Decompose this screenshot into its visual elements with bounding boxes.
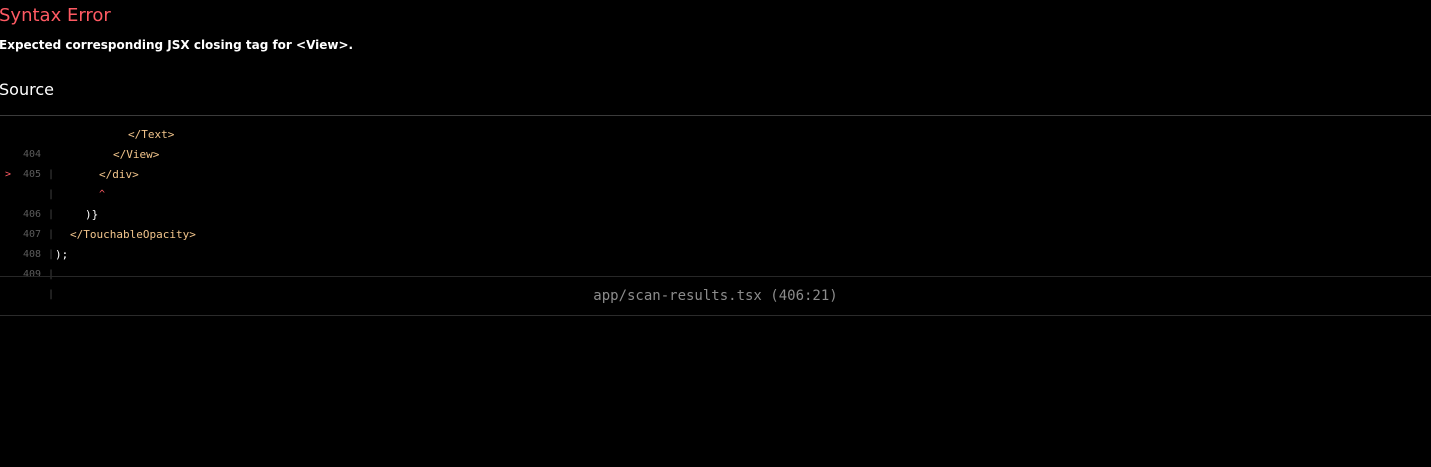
code-line: 409 | ); [0, 245, 1431, 300]
divider-top [0, 115, 1431, 116]
error-caret: ^ [99, 189, 106, 200]
code-text: )} [85, 208, 99, 221]
code-line-highlighted: > 406 | </div> [0, 165, 1431, 240]
code-text: </TouchableOpacity> [70, 228, 196, 241]
code-line: 408 | </TouchableOpacity> [0, 225, 1431, 280]
source-heading: Source [0, 80, 54, 99]
caret-line: | ^ [0, 185, 1431, 220]
file-location[interactable]: app/scan-results.tsx (406:21) [0, 277, 1431, 315]
code-line: 404 | </Text> [0, 125, 1431, 180]
divider-bottom [0, 315, 1431, 316]
code-line: 405 | </View> [0, 145, 1431, 200]
error-title: Syntax Error [0, 5, 111, 26]
code-text: </div> [99, 168, 139, 181]
code-text: ); [55, 248, 69, 261]
code-frame: 404 | </Text> 405 | </View> > 406 | </di… [0, 125, 1431, 300]
error-line-marker: > [5, 169, 12, 180]
error-message: Expected corresponding JSX closing tag f… [0, 38, 354, 52]
code-text: </View> [113, 148, 160, 161]
code-line: 407 | )} [0, 205, 1431, 260]
code-text: </Text> [128, 128, 175, 141]
